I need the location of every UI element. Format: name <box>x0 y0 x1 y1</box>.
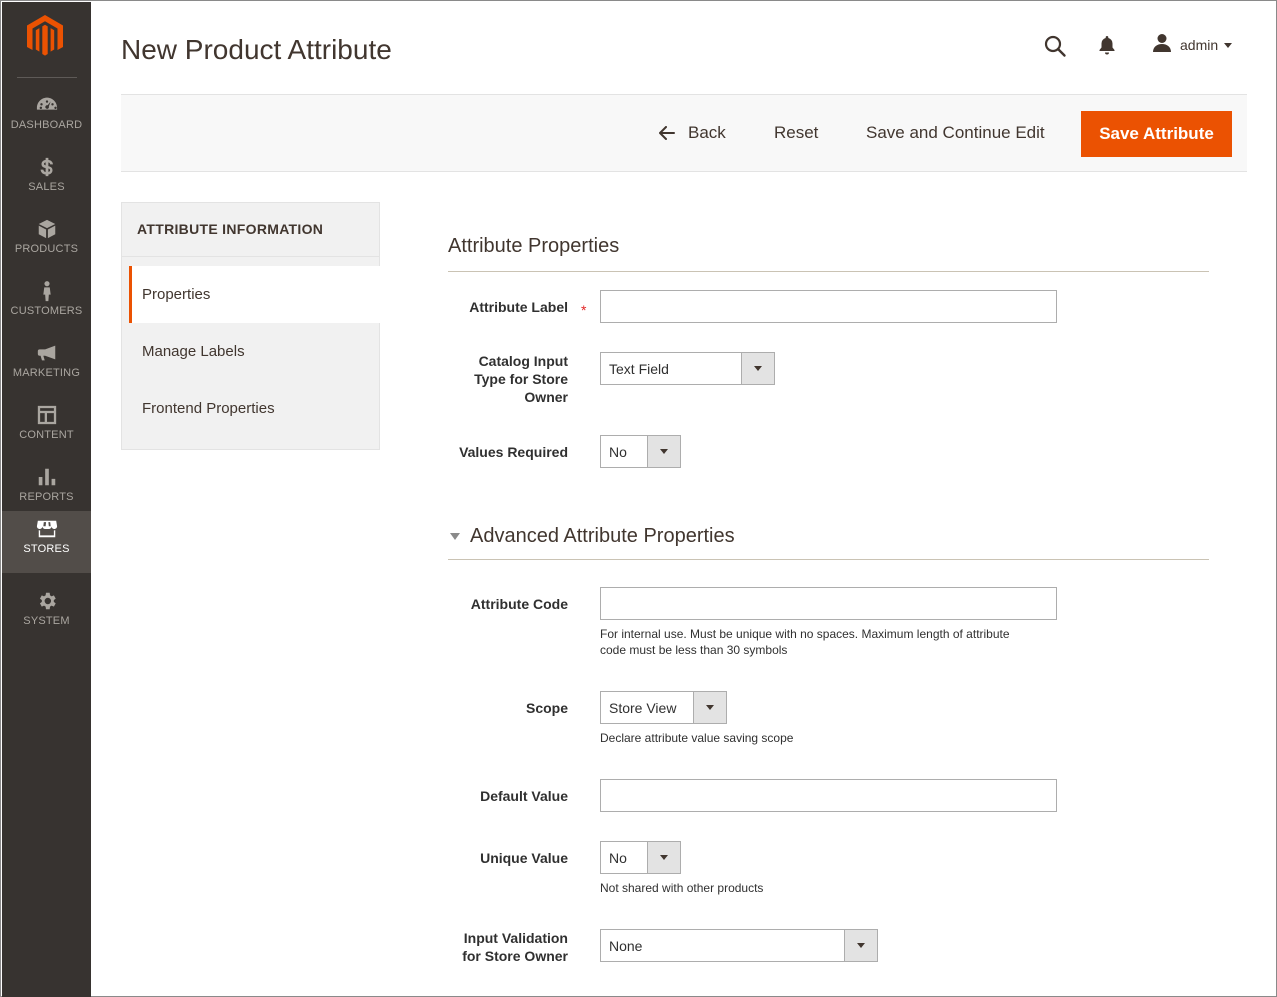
sidebar-item-label: PRODUCTS <box>14 243 79 255</box>
page-actions-toolbar: Back Reset Save and Continue Edit Save A… <box>121 94 1247 172</box>
attribute-code-label: Attribute Code <box>470 596 568 612</box>
select-value: None <box>609 937 643 954</box>
arrow-left-icon <box>659 126 675 140</box>
dollar-icon <box>36 156 58 178</box>
sidebar-item-label: SYSTEM <box>23 615 70 627</box>
caret-down-icon <box>706 705 714 710</box>
page-title: New Product Attribute <box>121 34 392 65</box>
note-line: code must be less than 30 symbols <box>600 643 788 657</box>
attribute-label-input[interactable] <box>600 290 1057 323</box>
chevron-down-icon <box>1224 42 1233 48</box>
attribute-properties-heading: Attribute Properties <box>448 235 620 257</box>
sidebar-item-label: CUSTOMERS <box>10 305 83 317</box>
tab-properties[interactable]: Properties <box>129 266 380 323</box>
sidebar-item-dashboard[interactable]: DASHBOARD <box>2 87 91 149</box>
scope-label: Scope <box>525 700 568 716</box>
sidebar-item-label: REPORTS <box>19 491 74 503</box>
sidebar-item-label: CONTENT <box>19 429 74 441</box>
layout-icon <box>36 404 58 426</box>
default-value-label: Default Value <box>480 788 568 804</box>
required-marker: * <box>581 302 587 318</box>
tabs-title: ATTRIBUTE INFORMATION <box>122 203 379 257</box>
select-toggle <box>647 436 680 467</box>
sidebar-item-products[interactable]: PRODUCTS <box>2 211 91 273</box>
unique-value-label: Unique Value <box>480 850 568 866</box>
catalog-input-type-select[interactable]: Text Field <box>600 352 775 385</box>
logo-divider <box>17 77 77 78</box>
label-line: Owner <box>524 389 568 405</box>
sidebar-item-marketing[interactable]: MARKETING <box>2 335 91 397</box>
storefront-icon <box>36 518 58 540</box>
input-validation-select[interactable]: None <box>600 929 878 962</box>
user-menu[interactable]: admin <box>1151 31 1241 59</box>
sidebar-item-system[interactable]: SYSTEM <box>2 583 91 645</box>
select-toggle <box>844 930 877 961</box>
section-divider <box>448 559 1209 560</box>
select-value: Store View <box>609 699 677 716</box>
box-icon <box>36 218 58 240</box>
unique-value-note: Not shared with other products <box>600 881 764 895</box>
caret-down-icon <box>660 855 668 860</box>
unique-value-select[interactable]: No <box>600 841 681 874</box>
dashboard-icon <box>36 94 58 116</box>
catalog-input-type-label: Catalog Input Type for Store Owner <box>474 352 568 406</box>
scope-note: Declare attribute value saving scope <box>600 731 794 745</box>
back-label: Back <box>688 123 726 142</box>
person-icon <box>36 280 58 302</box>
select-toggle <box>693 692 726 723</box>
reset-button[interactable]: Reset <box>774 123 818 143</box>
user-name: admin <box>1180 37 1219 53</box>
sidebar-item-label: STORES <box>23 543 70 555</box>
values-required-select[interactable]: No <box>600 435 681 468</box>
search-icon[interactable] <box>1043 34 1067 58</box>
default-value-input[interactable] <box>600 779 1057 812</box>
sidebar-item-stores[interactable]: STORES <box>2 511 91 573</box>
attribute-code-note: For internal use. Must be unique with no… <box>600 626 1010 658</box>
sidebar-item-label: MARKETING <box>12 367 81 379</box>
scope-select[interactable]: Store View <box>600 691 727 724</box>
advanced-properties-heading[interactable]: Advanced Attribute Properties <box>470 525 735 548</box>
select-toggle <box>647 842 680 873</box>
tab-manage-labels[interactable]: Manage Labels <box>129 323 380 380</box>
caret-down-icon <box>660 449 668 454</box>
select-value: No <box>609 443 627 460</box>
input-validation-label: Input Validation for Store Owner <box>462 929 568 965</box>
back-button[interactable]: Back <box>659 123 726 143</box>
label-line: for Store Owner <box>462 948 568 964</box>
label-line: Catalog Input <box>478 353 568 369</box>
notifications-bell-icon[interactable] <box>1098 34 1116 56</box>
sidebar-item-sales[interactable]: SALES <box>2 149 91 211</box>
bar-chart-icon <box>36 466 58 488</box>
megaphone-icon <box>36 342 58 364</box>
attribute-info-tabs: ATTRIBUTE INFORMATION Properties Manage … <box>121 202 380 450</box>
select-toggle <box>741 353 774 384</box>
note-line: For internal use. Must be unique with no… <box>600 627 1010 641</box>
sidebar-item-customers[interactable]: CUSTOMERS <box>2 273 91 335</box>
save-and-continue-button[interactable]: Save and Continue Edit <box>866 123 1045 143</box>
user-icon <box>1151 33 1173 58</box>
save-attribute-button[interactable]: Save Attribute <box>1081 111 1232 157</box>
select-value: No <box>609 849 627 866</box>
gear-icon <box>36 590 58 612</box>
sidebar-item-content[interactable]: CONTENT <box>2 397 91 459</box>
caret-down-icon <box>857 943 865 948</box>
label-line: Type for Store <box>474 371 568 387</box>
sidebar-item-label: SALES <box>28 181 65 193</box>
admin-sidebar: DASHBOARD SALES PRODUCTS CUSTOMERS MARKE… <box>2 2 91 997</box>
sidebar-item-label: DASHBOARD <box>10 119 83 131</box>
attribute-label-label: Attribute Label <box>469 299 568 315</box>
select-value: Text Field <box>609 360 669 377</box>
collapse-arrow-icon[interactable] <box>450 533 460 540</box>
values-required-label: Values Required <box>459 444 568 460</box>
tab-frontend-properties[interactable]: Frontend Properties <box>129 380 380 437</box>
attribute-code-input[interactable] <box>600 587 1057 620</box>
caret-down-icon <box>754 366 762 371</box>
section-divider <box>448 271 1209 272</box>
label-line: Input Validation <box>463 930 568 946</box>
magento-logo-icon[interactable] <box>25 14 65 58</box>
